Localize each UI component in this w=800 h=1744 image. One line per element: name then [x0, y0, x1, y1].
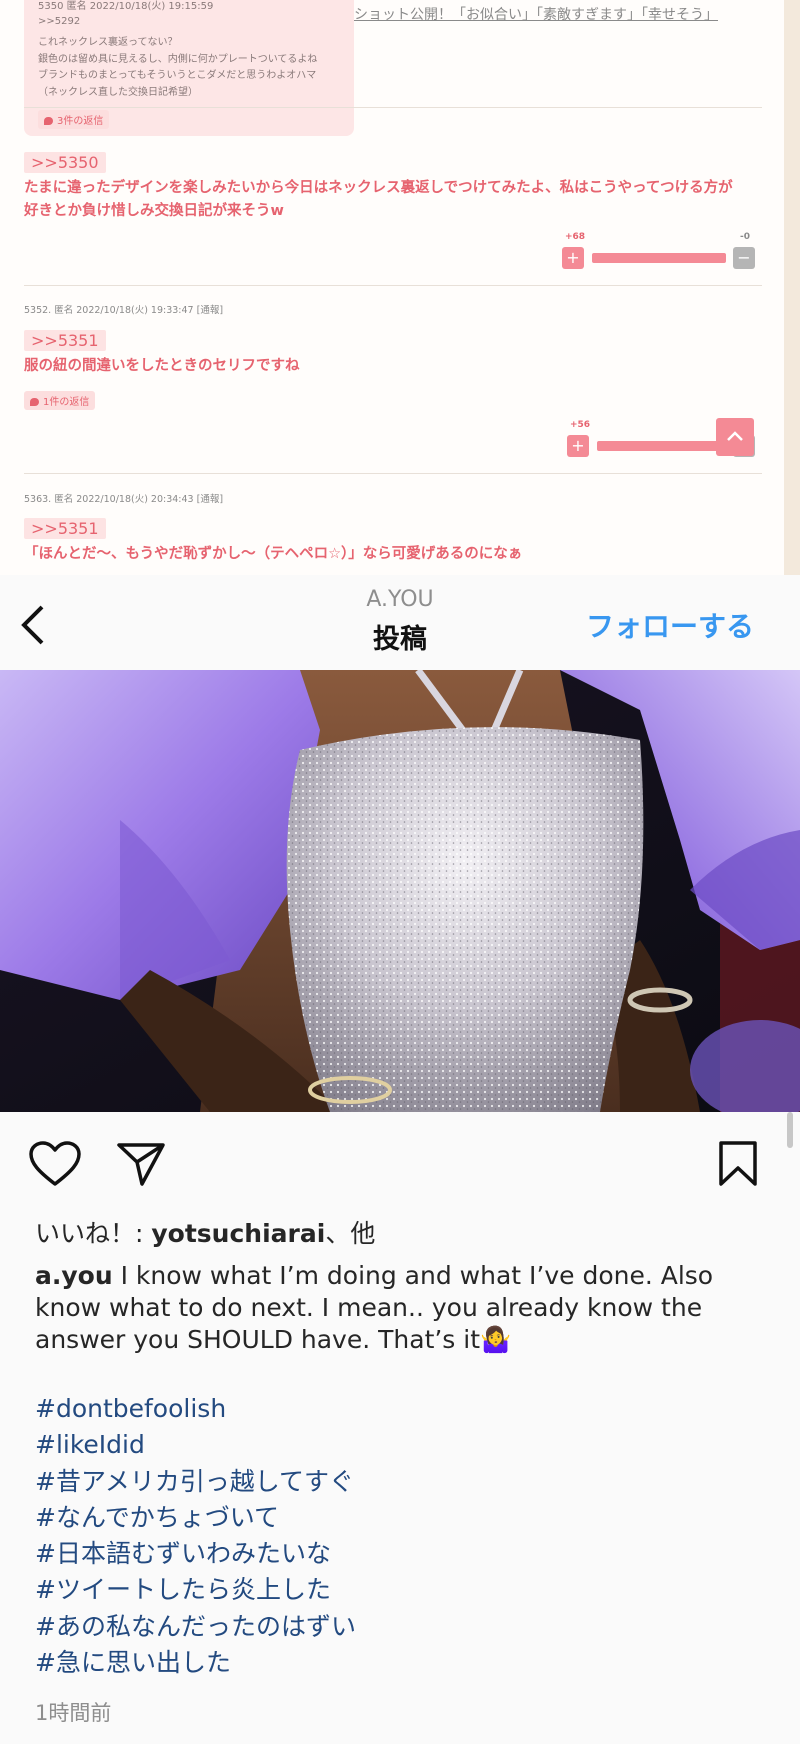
like-button[interactable]: [28, 1140, 82, 1192]
vote-ratio-bar: [592, 253, 726, 263]
replies-count: 3件の返信: [57, 116, 104, 127]
heart-icon: [29, 1141, 81, 1186]
quoted-post-line[interactable]: >>5292: [38, 16, 80, 27]
likes-suffix[interactable]: 、他: [325, 1219, 375, 1248]
hashtag-link[interactable]: #dontbefoolish: [35, 1391, 356, 1427]
reply-anchor-link[interactable]: >>5351: [24, 330, 106, 351]
hashtag-link[interactable]: #急に思い出した: [35, 1645, 356, 1681]
share-icon: [117, 1143, 165, 1186]
caption-username-link[interactable]: a.you: [35, 1261, 113, 1290]
post-body: たまに違ったデザインを楽しみたいから今日はネックレス裏返しでつけてみたよ、私はこ…: [24, 177, 733, 223]
follow-button[interactable]: フォローする: [586, 605, 754, 645]
liked-by-user-link[interactable]: yotsuchiarai: [151, 1219, 325, 1248]
quoted-post-popup: 5350 匿名 2022/10/18(火) 19:15:59 >>5292 これ…: [24, 0, 354, 136]
post-body: 服の紐の間違いをしたときのセリフですね: [24, 358, 300, 374]
replies-count: 1件の返信: [43, 397, 90, 408]
minus-count: -0: [740, 232, 750, 242]
forum-side-rail: [784, 0, 800, 575]
likes-prefix: いいね！:: [35, 1219, 152, 1248]
comment-bubble-icon: [30, 398, 39, 406]
hashtag-link[interactable]: #昔アメリカ引っ越してすぐ: [35, 1464, 356, 1500]
hashtag-link[interactable]: #なんでかちょづいて: [35, 1500, 356, 1536]
page-scrollbar[interactable]: [787, 1112, 793, 1148]
bookmark-icon: [719, 1141, 757, 1186]
back-button[interactable]: [16, 601, 52, 649]
likes-line: いいね！: yotsuchiarai、他: [35, 1214, 375, 1250]
quoted-post-line: これネックレス裏返ってない？: [38, 37, 178, 48]
vote-ratio-bar: [597, 441, 727, 451]
quoted-post-line: ブランドものまとってもそういうとこダメだと思うわよオハマ: [38, 70, 317, 81]
post-meta: 5363. 匿名 2022/10/18(火) 20:34:43 [通報]: [24, 491, 223, 505]
instagram-header: A.YOU 投稿 フォローする: [0, 575, 800, 671]
forum-section: ショット公開！「お似合い」「素敵すぎます」「幸せそう」 5350 匿名 2022…: [0, 0, 800, 575]
post-meta: 5352. 匿名 2022/10/18(火) 19:33:47 [通報]: [24, 302, 223, 316]
comment-bubble-icon: [44, 117, 53, 125]
plus-count: +56: [570, 420, 591, 430]
post-divider: [24, 473, 762, 474]
post-meta-text: 5352. 匿名 2022/10/18(火) 19:33:47: [24, 305, 194, 316]
save-button[interactable]: [716, 1140, 760, 1192]
post-body: 「ほんとだ〜、もうやだ恥ずかし〜（テヘペロ☆）」なら可愛げあるのになぁ: [24, 546, 523, 562]
quoted-post-line: （ネックレス直した交換日記希望）: [38, 87, 198, 98]
report-link[interactable]: [通報]: [197, 305, 223, 316]
report-link[interactable]: [通報]: [197, 494, 223, 505]
dress-photo-image: [0, 670, 800, 1112]
scroll-top-icon: [727, 431, 743, 441]
hashtag-link[interactable]: #あの私なんだったのはずい: [35, 1609, 356, 1645]
replies-button[interactable]: 1件の返信: [24, 391, 96, 410]
plus-vote-button[interactable]: +: [562, 247, 584, 269]
plus-vote-button[interactable]: +: [567, 435, 589, 457]
post-body-line: 好きとか負け惜しみ交換日記が来そうw: [24, 203, 284, 219]
post-photo[interactable]: [0, 670, 800, 1112]
back-chevron-icon: [21, 605, 44, 645]
hashtag-link[interactable]: #likeIdid: [35, 1427, 356, 1463]
quoted-post-line: 銀色のは留め具に見えるし、内側に何かプレートついてるよね: [38, 54, 318, 65]
scroll-to-top-button[interactable]: [716, 418, 754, 456]
share-button[interactable]: [115, 1140, 167, 1192]
post-username[interactable]: A.YOU: [300, 587, 500, 612]
post-divider: [24, 107, 762, 108]
post-caption: a.you I know what I’m doing and what I’v…: [35, 1260, 755, 1356]
post-meta-text: 5363. 匿名 2022/10/18(火) 20:34:43: [24, 494, 194, 505]
replies-button[interactable]: 3件の返信: [38, 110, 110, 129]
article-title-link[interactable]: ショット公開！「お似合い」「素敵すぎます」「幸せそう」: [354, 4, 718, 24]
hashtag-link[interactable]: #ツイートしたら炎上した: [35, 1572, 356, 1608]
post-divider: [24, 285, 762, 286]
plus-count: +68: [565, 232, 586, 242]
page-title: 投稿: [373, 624, 427, 655]
post-body-line: たまに違ったデザインを楽しみたいから今日はネックレス裏返しでつけてみたよ、私はこ…: [24, 180, 733, 196]
reply-anchor-link[interactable]: >>5351: [24, 518, 106, 539]
minus-vote-button[interactable]: −: [733, 247, 755, 269]
post-timestamp: 1時間前: [35, 1701, 112, 1725]
caption-text: I know what I’m doing and what I’ve done…: [35, 1261, 714, 1354]
hashtag-list: #dontbefoolish #likeIdid #昔アメリカ引っ越してすぐ #…: [35, 1391, 356, 1681]
reply-anchor-link[interactable]: >>5350: [24, 152, 106, 173]
quoted-post-meta: 5350 匿名 2022/10/18(火) 19:15:59: [38, 1, 214, 12]
hashtag-link[interactable]: #日本語むずいわみたいな: [35, 1536, 356, 1572]
